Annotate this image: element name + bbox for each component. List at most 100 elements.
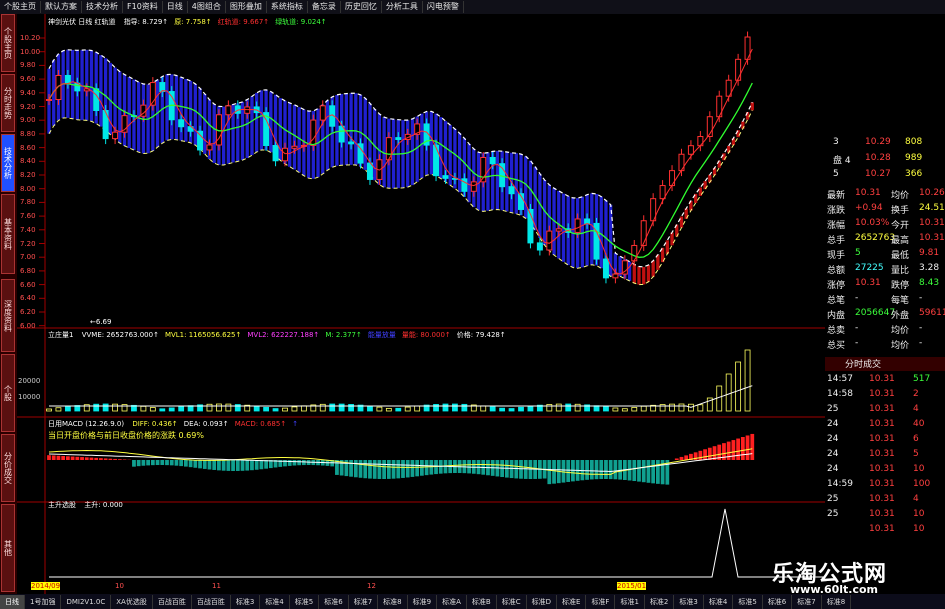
bottom-tab[interactable]: 标准C [497, 594, 527, 609]
bottom-tab[interactable]: 标准4 [704, 594, 734, 609]
menu-item[interactable]: 备忘录 [308, 1, 341, 13]
quote-label: 外盘 [891, 311, 910, 321]
quote-value: 5 [855, 248, 861, 258]
indicator-value: M: 2.377↑ [325, 331, 362, 339]
menu-item[interactable]: 历史回忆 [341, 1, 382, 13]
quote-label: 跌停 [891, 281, 910, 291]
menu-item[interactable]: 日线 [163, 1, 188, 13]
quote-row: 涨跌 +0.94 换手 24.51% [825, 203, 945, 217]
price-tick: 6.40 [20, 294, 36, 303]
bottom-tab[interactable]: 1号加强 [25, 594, 62, 609]
bottom-tab[interactable]: 标准6 [319, 594, 349, 609]
indicator-value: 量能: 80.000↑ [401, 331, 451, 339]
bottom-tab[interactable]: 标准6 [763, 594, 793, 609]
quote-label: 今开 [891, 221, 910, 231]
macd-subline: 当日开盘价格与前日收盘价格的涨跌 0.69% [48, 431, 204, 440]
tick-time: 14:58 [827, 389, 853, 399]
quote-row: 总笔 - 每笔 - [825, 293, 945, 307]
left-tab[interactable]: 个股主页 [1, 14, 15, 72]
bottom-tab[interactable]: 标准3 [674, 594, 704, 609]
volume-indicator-name: 立庄量1 [48, 331, 74, 339]
menu-item[interactable]: 个股主页 [0, 1, 41, 13]
bottom-tab[interactable]: 标准9 [408, 594, 438, 609]
quote-label: 总买 [827, 341, 846, 351]
price-tick: 7.40 [20, 225, 36, 234]
quote-label: 内盘 [827, 311, 846, 321]
left-tab[interactable]: 个股 [1, 354, 15, 432]
bottom-tab[interactable]: 标准5 [733, 594, 763, 609]
price-tick: 6.60 [20, 280, 36, 289]
tick-row: 14:59 10.31 100 [825, 479, 945, 493]
bottom-tab[interactable]: 标准8 [378, 594, 408, 609]
order-price: 10.28 [865, 153, 891, 163]
quote-value: 24.51% [919, 203, 945, 213]
bottom-tab[interactable]: 标准F [586, 594, 616, 609]
tick-time: 24 [827, 449, 839, 459]
indicator-name: 神剑光伏 日线 红轨道 [48, 18, 116, 26]
bottom-tab[interactable]: 百战百胜 [153, 594, 192, 609]
bottom-tab[interactable]: 标准7 [349, 594, 379, 609]
left-tab[interactable]: 分时走势 [1, 74, 15, 132]
menu-item[interactable]: 4图组合 [188, 1, 226, 13]
menu-item[interactable]: 技术分析 [82, 1, 123, 13]
low-price-marker: ←6.69 [90, 318, 112, 326]
date-axis: 2014/09 10 11 12 2015/01 [17, 582, 825, 594]
left-tab[interactable]: 技术分析 [1, 134, 15, 192]
bottom-tab[interactable]: 标准3 [231, 594, 261, 609]
tick-volume: 517 [913, 374, 931, 384]
price-tick: 8.60 [20, 143, 36, 152]
menu-item[interactable]: F10资料 [123, 1, 163, 13]
menu-item[interactable]: 闪电预警 [423, 1, 464, 13]
left-tab[interactable]: 其他 [1, 504, 15, 592]
macd-indicator-name: 日用MACD (12.26.9.0) [48, 420, 125, 428]
menu-item[interactable]: 图形叠加 [226, 1, 267, 13]
menu-item[interactable]: 默认方案 [41, 1, 82, 13]
kline-chart[interactable] [17, 14, 825, 594]
left-tab[interactable]: 深度资料 [1, 279, 15, 352]
left-tab[interactable]: 分价成交 [1, 434, 15, 502]
quote-label: 总额 [827, 266, 846, 276]
bottom-tab[interactable]: 标准2 [645, 594, 675, 609]
tick-volume: 2 [913, 389, 919, 399]
order-volume: 366 [905, 169, 923, 179]
quote-value: - [855, 338, 859, 348]
menu-item[interactable]: 分析工具 [382, 1, 423, 13]
bottom-tab[interactable]: DMI2V1.0C [61, 594, 112, 609]
bottom-tab[interactable]: 标准7 [792, 594, 822, 609]
date-tick: 11 [212, 582, 221, 590]
order-level: 5 [833, 169, 839, 179]
price-tick: 7.00 [20, 253, 36, 262]
ticks-header[interactable]: 分时成交 [825, 357, 945, 371]
price-tick: 9.80 [20, 61, 36, 70]
left-tab[interactable]: 基本资料 [1, 194, 15, 274]
tick-row: 25 10.31 4 [825, 404, 945, 418]
tick-time: 24 [827, 419, 839, 429]
quote-label: 每笔 [891, 296, 910, 306]
tick-volume: 6 [913, 434, 919, 444]
tick-row: 24 10.31 40 [825, 419, 945, 433]
indicator-value: 绿轨道: 9.024↑ [275, 18, 327, 26]
bottom-tab[interactable]: XA优选股 [111, 594, 153, 609]
bottom-tab[interactable]: 标准B [467, 594, 497, 609]
price-tick: 7.80 [20, 198, 36, 207]
menu-item[interactable]: 系统指标 [267, 1, 308, 13]
bottom-tab[interactable]: 标准D [527, 594, 557, 609]
bottom-tab[interactable]: 标准5 [290, 594, 320, 609]
indicator-value: 原: 7.758↑ [174, 18, 212, 26]
bottom-tab[interactable]: 标准A [437, 594, 467, 609]
indicator-value: 指导: 8.729↑ [123, 18, 169, 26]
bottom-tab-bar: 日线 1号加强 DMI2V1.0C XA优选股 百战百胜 百战百胜 标准3 标准4 标准5 标准6… [0, 594, 945, 609]
tick-volume: 10 [913, 524, 925, 534]
bottom-tab[interactable]: 日线 [0, 594, 25, 609]
indicator-value: VVME: 2652763.000↑ [81, 331, 159, 339]
price-tick: 8.40 [20, 157, 36, 166]
bottom-tab[interactable]: 标准E [557, 594, 587, 609]
bottom-tab[interactable]: 标准8 [822, 594, 852, 609]
bottom-tab[interactable]: 百战百胜 [192, 594, 231, 609]
bottom-tab[interactable]: 标准1 [615, 594, 645, 609]
quote-row: 涨幅 10.03% 今开 10.31 [825, 218, 945, 232]
quote-row: 内盘 2056647外盘 596116 [825, 308, 945, 322]
quote-row: 最新 10.31 均价 10.26 [825, 188, 945, 202]
indicator-value: MVL2: 622227.188↑ [247, 331, 320, 339]
bottom-tab[interactable]: 标准4 [260, 594, 290, 609]
